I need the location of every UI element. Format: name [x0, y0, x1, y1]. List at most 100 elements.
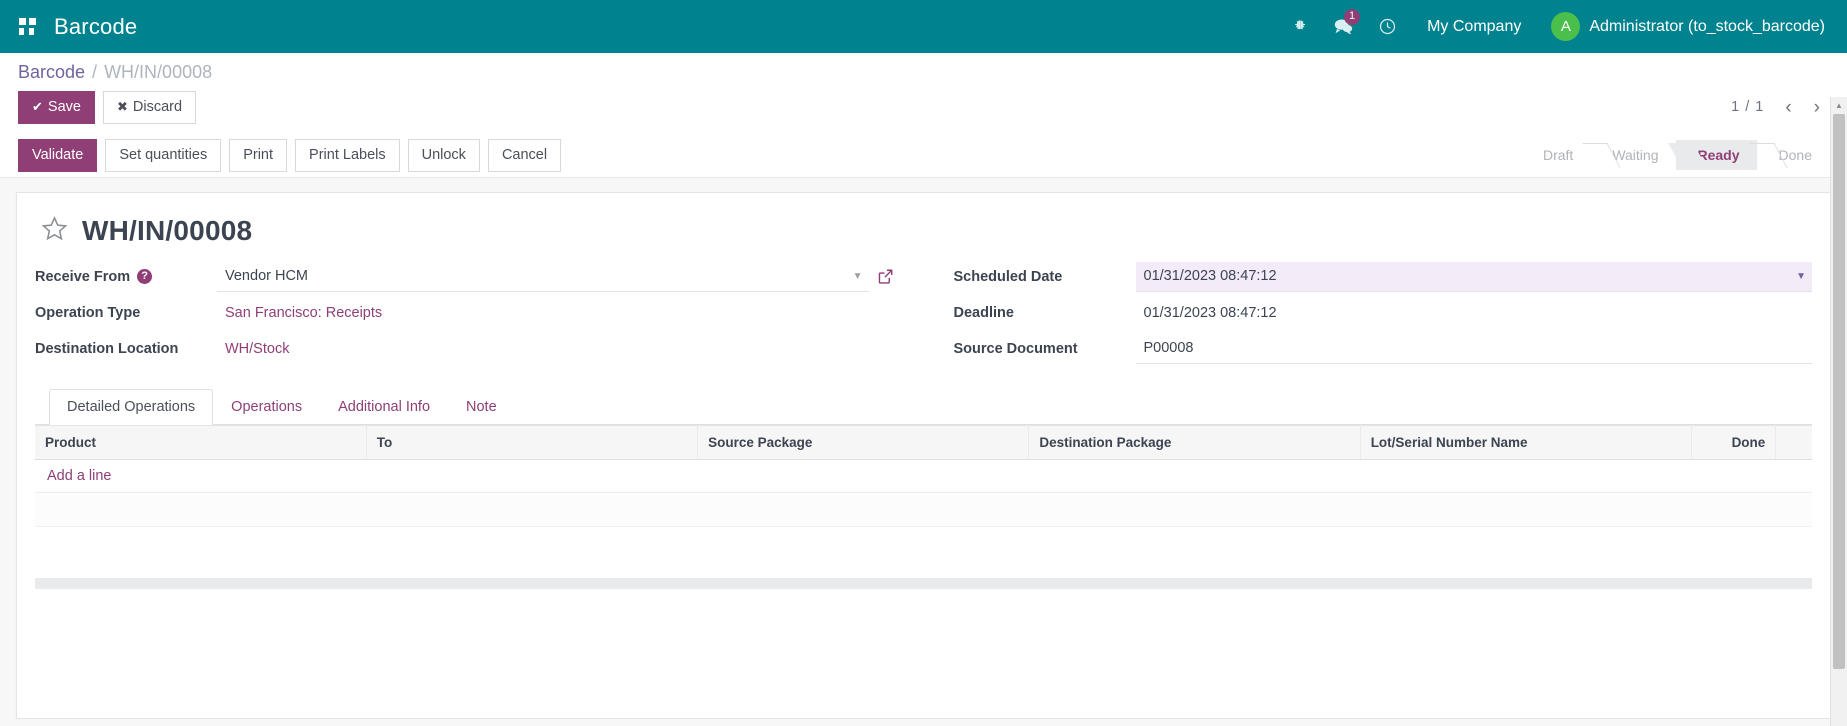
status-step-draft[interactable]: Draft	[1521, 140, 1590, 170]
status-step-waiting[interactable]: Waiting	[1590, 140, 1675, 170]
field-row-source-document: Source Document P00008	[954, 331, 1813, 367]
statusbar-action-buttons: ValidateSet quantitiesPrintPrint LabelsU…	[18, 139, 561, 172]
question-mark-icon[interactable]: ?	[137, 269, 152, 284]
external-link-icon[interactable]	[877, 268, 894, 285]
breadcrumb-root-barcode[interactable]: Barcode	[18, 62, 85, 83]
field-value-text: WH/Stock	[225, 341, 289, 357]
star-outline-icon[interactable]	[41, 215, 68, 247]
field-label-operation-type: Operation Type	[35, 305, 217, 321]
pager-next-button[interactable]: ›	[1805, 96, 1829, 119]
field-row-operation-type: Operation Type San Francisco: Receipts	[35, 295, 894, 331]
control-panel: Barcode / WH/IN/00008 ✔Save ✖ Discard 1 /…	[0, 53, 1847, 178]
field-label-text: Source Document	[954, 341, 1078, 357]
field-label-scheduled-date: Scheduled Date	[954, 269, 1136, 285]
apps-menu-button[interactable]	[0, 18, 54, 35]
field-row-destination-location: Destination Location WH/Stock	[35, 331, 894, 367]
pager-value: 1 / 1	[1723, 97, 1772, 117]
save-button[interactable]: ✔Save	[18, 91, 95, 124]
field-value-text: Vendor HCM	[225, 268, 308, 284]
field-label-text: Scheduled Date	[954, 269, 1063, 285]
column-header-lot-serial-number-name: Lot/Serial Number Name	[1360, 425, 1691, 459]
breadcrumb-current-record: WH/IN/00008	[104, 62, 212, 83]
status-step-done[interactable]: Done	[1757, 140, 1829, 170]
messages-badge: 1	[1344, 9, 1360, 25]
validate-button[interactable]: Validate	[18, 139, 97, 172]
print-labels-button[interactable]: Print Labels	[295, 139, 400, 172]
discard-button-label: Discard	[133, 99, 182, 115]
field-value-text: P00008	[1144, 340, 1194, 356]
clock-icon[interactable]	[1366, 0, 1409, 53]
page-title: WH/IN/00008	[82, 215, 252, 247]
chevron-down-icon[interactable]: ▼	[1796, 271, 1806, 282]
add-a-line-cell[interactable]: Add a line	[35, 459, 1812, 492]
field-row-deadline: Deadline 01/31/2023 08:47:12	[954, 295, 1813, 331]
field-value-scheduled-date[interactable]: 01/31/2023 08:47:12 ▼	[1136, 262, 1813, 292]
tab-detailed-operations[interactable]: Detailed Operations	[49, 389, 213, 425]
chevron-down-icon[interactable]: ▼	[853, 271, 863, 282]
check-icon: ✔	[32, 99, 43, 114]
sheet-background: WH/IN/00008 Receive From? Vendor HCM ▼ Oper…	[0, 178, 1847, 719]
field-label-destination-location: Destination Location	[35, 341, 217, 357]
form-sheet: WH/IN/00008 Receive From? Vendor HCM ▼ Oper…	[16, 192, 1831, 719]
avatar: A	[1551, 12, 1580, 41]
footer-bar: Put in Pack	[0, 719, 1847, 726]
field-value-text: San Francisco: Receipts	[225, 305, 382, 321]
navbar-right-section: 1 My Company A Administrator (to_stock_b…	[1279, 0, 1831, 53]
status-step-ready[interactable]: Ready	[1676, 140, 1757, 170]
field-value-text: 01/31/2023 08:47:12	[1144, 305, 1277, 321]
pager: 1 / 1 ‹ ›	[1723, 96, 1829, 119]
breadcrumb-separator: /	[92, 62, 97, 83]
field-value-source-document[interactable]: P00008	[1136, 334, 1813, 364]
company-switcher[interactable]: My Company	[1409, 18, 1539, 36]
add-a-line-row[interactable]: Add a line	[35, 459, 1812, 492]
notebook: Detailed OperationsOperationsAdditional …	[35, 389, 1812, 590]
table-horizontal-scrollbar[interactable]	[35, 578, 1812, 589]
bug-icon[interactable]	[1279, 0, 1321, 53]
scroll-up-arrow-icon[interactable]: ▲	[1831, 97, 1847, 114]
cancel-button[interactable]: Cancel	[488, 139, 561, 172]
field-label-deadline: Deadline	[954, 305, 1136, 321]
field-label-source-document: Source Document	[954, 341, 1136, 357]
table-header-row: ProductToSource PackageDestination Packa…	[35, 425, 1812, 459]
record-title-row: WH/IN/00008	[35, 209, 1812, 259]
tab-additional-info[interactable]: Additional Info	[320, 389, 448, 425]
tab-operations[interactable]: Operations	[213, 389, 320, 425]
column-header-destination-package: Destination Package	[1029, 425, 1360, 459]
column-header-done: Done	[1691, 425, 1775, 459]
page-vertical-scrollbar[interactable]: ▲	[1830, 97, 1847, 726]
table-empty-row	[35, 526, 1812, 560]
field-row-receive-from: Receive From? Vendor HCM ▼	[35, 259, 894, 295]
top-navbar: Barcode 1 My Company A Administrat	[0, 0, 1847, 53]
user-menu[interactable]: A Administrator (to_stock_barcode)	[1539, 12, 1831, 41]
field-label-text: Operation Type	[35, 305, 140, 321]
field-value-operation-type[interactable]: San Francisco: Receipts	[217, 298, 894, 328]
scrollbar-thumb[interactable]	[1833, 114, 1845, 669]
status-pipeline: DraftWaitingReadyDone	[1521, 140, 1829, 170]
table-body: Add a line	[35, 459, 1812, 560]
app-brand-barcode[interactable]: Barcode	[54, 14, 137, 40]
form-fields-grid: Receive From? Vendor HCM ▼ Operation Type Sa…	[35, 259, 1812, 367]
add-a-line-link[interactable]: Add a line	[47, 468, 112, 484]
statusbar-row: ValidateSet quantitiesPrintPrint LabelsU…	[0, 134, 1847, 178]
column-header-source-package: Source Package	[698, 425, 1029, 459]
messages-icon[interactable]: 1	[1321, 0, 1366, 53]
form-right-column: Scheduled Date 01/31/2023 08:47:12 ▼ Deadli…	[954, 259, 1813, 367]
pager-previous-button[interactable]: ‹	[1776, 96, 1800, 119]
unlock-button[interactable]: Unlock	[408, 139, 480, 172]
column-header-spacer	[1776, 425, 1812, 459]
table-header: ProductToSource PackageDestination Packa…	[35, 425, 1812, 459]
field-value-destination-location[interactable]: WH/Stock	[217, 334, 894, 364]
set-quantities-button[interactable]: Set quantities	[105, 139, 221, 172]
close-icon: ✖	[117, 99, 128, 114]
record-actions-row: ✔Save ✖ Discard 1 / 1 ‹ ›	[0, 83, 1847, 134]
tab-note[interactable]: Note	[448, 389, 515, 425]
field-label-receive-from: Receive From?	[35, 269, 217, 285]
field-label-text: Receive From	[35, 269, 130, 285]
discard-button[interactable]: ✖ Discard	[103, 91, 196, 124]
field-value-text: 01/31/2023 08:47:12	[1144, 268, 1277, 284]
print-button[interactable]: Print	[229, 139, 287, 172]
field-value-receive-from[interactable]: Vendor HCM ▼	[217, 262, 869, 292]
form-left-column: Receive From? Vendor HCM ▼ Operation Type Sa…	[35, 259, 894, 367]
field-value-deadline[interactable]: 01/31/2023 08:47:12	[1136, 298, 1813, 328]
apps-grid-icon	[19, 18, 36, 35]
